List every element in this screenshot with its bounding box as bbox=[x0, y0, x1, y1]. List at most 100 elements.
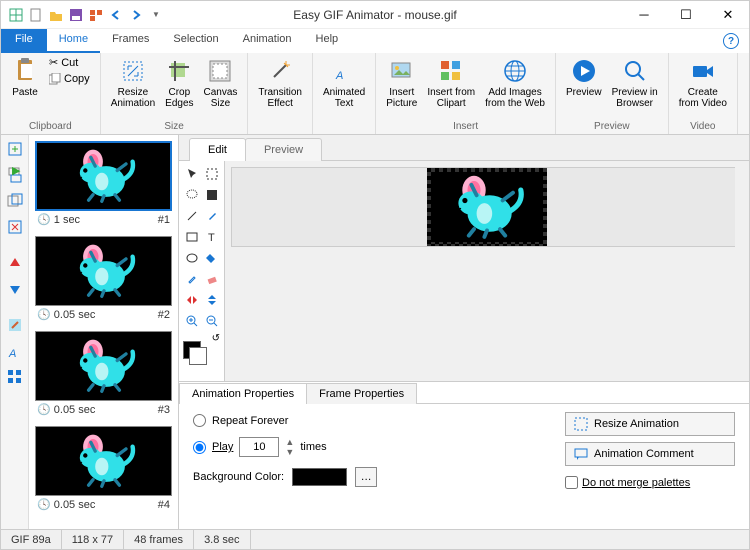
frame-item[interactable]: 🕓 0.05 sec#4 bbox=[35, 426, 172, 511]
play-count-input[interactable] bbox=[239, 437, 279, 457]
quick-access-toolbar: ▼ bbox=[1, 6, 165, 24]
resize-animation-button[interactable]: Resize Animation bbox=[109, 55, 157, 111]
help-tab[interactable]: Help bbox=[304, 29, 351, 53]
animated-text-group: A Animated Text bbox=[313, 53, 376, 134]
frame-item[interactable]: 🕓 0.05 sec#2 bbox=[35, 236, 172, 321]
canvas[interactable] bbox=[427, 168, 547, 246]
clock-icon: 🕓 0.05 sec bbox=[37, 498, 95, 511]
edit-tab[interactable]: Edit bbox=[189, 138, 246, 161]
insert-group: Insert Picture Insert from Clipart Add I… bbox=[376, 53, 556, 134]
canvas-size-button[interactable]: Canvas Size bbox=[202, 55, 240, 111]
canvas-viewport[interactable] bbox=[231, 167, 743, 247]
add-frame-icon[interactable] bbox=[5, 139, 25, 159]
frame-properties-tab[interactable]: Frame Properties bbox=[306, 383, 417, 404]
frame-item[interactable]: 🕓 0.05 sec#3 bbox=[35, 331, 172, 416]
scissors-icon: ✂ bbox=[49, 56, 58, 69]
video-camera-icon bbox=[689, 57, 717, 85]
lasso-tool-icon[interactable] bbox=[183, 186, 200, 204]
frames-icon[interactable] bbox=[87, 6, 105, 24]
stepper-icon[interactable]: ▲▼ bbox=[285, 437, 294, 457]
move-down-icon[interactable] bbox=[5, 279, 25, 299]
insert-picture-button[interactable]: Insert Picture bbox=[384, 55, 419, 111]
help-icon[interactable]: ? bbox=[723, 33, 739, 49]
minimize-button[interactable]: ─ bbox=[623, 1, 665, 29]
eraser-tool-icon[interactable] bbox=[203, 270, 220, 288]
line-tool-icon[interactable] bbox=[183, 207, 200, 225]
transition-effect-button[interactable]: Transition Effect bbox=[256, 55, 304, 111]
grid-icon[interactable] bbox=[5, 367, 25, 387]
paste-button[interactable]: Paste bbox=[9, 55, 41, 100]
swap-colors-icon[interactable]: ↺ bbox=[212, 333, 220, 344]
bg-color-more-button[interactable]: … bbox=[355, 467, 377, 487]
animation-properties-tab[interactable]: Animation Properties bbox=[179, 383, 307, 404]
flip-v-icon[interactable] bbox=[203, 291, 220, 309]
close-button[interactable]: ✕ bbox=[707, 1, 749, 29]
flip-h-icon[interactable] bbox=[183, 291, 200, 309]
delete-frame-icon[interactable] bbox=[5, 217, 25, 237]
horizontal-scrollbar[interactable] bbox=[231, 365, 731, 377]
cut-button[interactable]: ✂Cut bbox=[47, 55, 92, 70]
undo-icon[interactable] bbox=[107, 6, 125, 24]
play-icon bbox=[570, 57, 598, 85]
add-images-web-button[interactable]: Add Images from the Web bbox=[483, 55, 547, 111]
resize-animation-button-side[interactable]: Resize Animation bbox=[565, 412, 735, 436]
move-up-icon[interactable] bbox=[5, 253, 25, 273]
animated-text-button[interactable]: A Animated Text bbox=[321, 55, 367, 111]
crop-icon bbox=[165, 57, 193, 85]
wand-tool-icon[interactable] bbox=[203, 186, 220, 204]
rect-tool-icon[interactable] bbox=[183, 228, 200, 246]
paste-icon bbox=[11, 57, 39, 85]
bg-color-swatch[interactable] bbox=[292, 468, 347, 486]
preview-button[interactable]: Preview bbox=[564, 55, 604, 100]
clock-icon: 🕓 0.05 sec bbox=[37, 308, 95, 321]
maximize-button[interactable]: ☐ bbox=[665, 1, 707, 29]
home-tab[interactable]: Home bbox=[47, 29, 100, 53]
file-tab[interactable]: File bbox=[1, 29, 47, 53]
magnifier-icon bbox=[621, 57, 649, 85]
marquee-tool-icon[interactable] bbox=[203, 165, 220, 183]
brush-tool-icon[interactable] bbox=[203, 207, 220, 225]
animation-comment-button[interactable]: Animation Comment bbox=[565, 442, 735, 466]
crop-edges-button[interactable]: Crop Edges bbox=[163, 55, 195, 111]
save-icon[interactable] bbox=[67, 6, 85, 24]
copy-button[interactable]: Copy bbox=[47, 72, 92, 86]
frame-thumbnail[interactable] bbox=[35, 426, 172, 496]
merge-palettes-checkbox[interactable]: Do not merge palettes bbox=[565, 476, 735, 489]
zoom-in-icon[interactable] bbox=[183, 312, 200, 330]
pointer-tool-icon[interactable] bbox=[183, 165, 200, 183]
create-from-video-button[interactable]: Create from Video bbox=[677, 55, 729, 111]
ellipse-tool-icon[interactable] bbox=[183, 249, 200, 267]
selection-tab[interactable]: Selection bbox=[161, 29, 230, 53]
duplicate-frame-icon[interactable] bbox=[5, 191, 25, 211]
background-color-swatch[interactable] bbox=[189, 347, 207, 365]
frame-edit-icon[interactable] bbox=[5, 315, 25, 335]
frames-tab[interactable]: Frames bbox=[100, 29, 161, 53]
qat-dropdown-icon[interactable]: ▼ bbox=[147, 6, 165, 24]
zoom-out-icon[interactable] bbox=[203, 312, 220, 330]
fill-tool-icon[interactable] bbox=[203, 249, 220, 267]
eyedropper-tool-icon[interactable] bbox=[183, 270, 200, 288]
preview-tab[interactable]: Preview bbox=[245, 138, 322, 161]
preview-browser-button[interactable]: Preview in Browser bbox=[610, 55, 660, 111]
frame-item[interactable]: 🕓 1 sec#1 bbox=[35, 141, 172, 226]
new-file-icon[interactable] bbox=[27, 6, 45, 24]
animation-tab[interactable]: Animation bbox=[231, 29, 304, 53]
frames-panel[interactable]: 🕓 1 sec#1 🕓 0.05 sec#2 🕓 0.05 sec#3 🕓 0.… bbox=[29, 135, 179, 529]
redo-icon[interactable] bbox=[127, 6, 145, 24]
frame-thumbnail[interactable] bbox=[35, 331, 172, 401]
open-file-icon[interactable] bbox=[47, 6, 65, 24]
frame-thumbnail[interactable] bbox=[35, 236, 172, 306]
play-radio[interactable]: Play bbox=[193, 441, 233, 454]
frame-thumbnail[interactable] bbox=[35, 141, 172, 211]
clock-icon: 🕓 1 sec bbox=[37, 213, 80, 226]
preview-group: Preview Preview in Browser Preview bbox=[556, 53, 669, 134]
insert-clipart-button[interactable]: Insert from Clipart bbox=[425, 55, 477, 111]
text-tool-icon[interactable]: A bbox=[5, 341, 25, 361]
svg-text:T: T bbox=[208, 232, 215, 243]
repeat-forever-radio[interactable]: Repeat Forever bbox=[193, 414, 377, 427]
text-tool-icon[interactable]: T bbox=[203, 228, 220, 246]
insert-frame-icon[interactable]: ▶ bbox=[5, 165, 25, 185]
bg-color-label: Background Color: bbox=[193, 471, 284, 483]
select-all-icon[interactable] bbox=[7, 6, 25, 24]
vertical-scrollbar[interactable] bbox=[735, 167, 747, 361]
